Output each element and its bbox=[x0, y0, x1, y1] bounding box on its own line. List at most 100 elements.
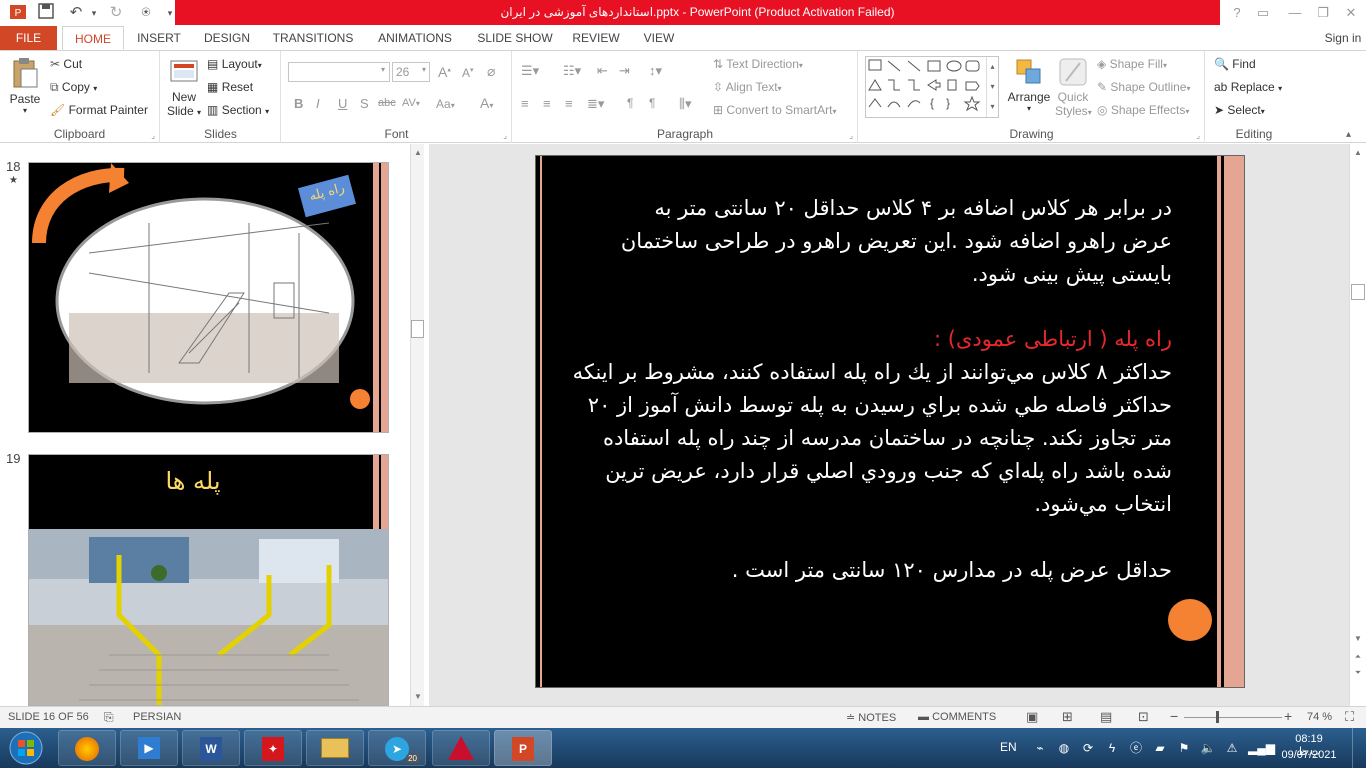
format-painter-button[interactable]: 🖌 Format Painter bbox=[50, 103, 148, 117]
fit-to-window-icon[interactable]: ⛶ bbox=[1345, 709, 1354, 725]
editor-scroll-up-icon[interactable]: ▲ bbox=[1351, 146, 1365, 160]
shape-effects-button[interactable]: ◎ Shape Effects▾ bbox=[1097, 103, 1189, 117]
signal-strength-icon[interactable]: ▂▄▆ bbox=[1248, 740, 1275, 756]
tab-insert[interactable]: INSERT bbox=[134, 26, 184, 50]
new-slide-button[interactable]: New Slide ▾ bbox=[165, 57, 203, 118]
slide-sorter-icon[interactable]: ⊞ bbox=[1062, 709, 1073, 725]
start-button[interactable] bbox=[6, 730, 46, 766]
explorer-taskbar-button[interactable] bbox=[306, 730, 364, 766]
tab-design[interactable]: DESIGN bbox=[200, 26, 254, 50]
clear-formatting-icon[interactable]: ⌀ bbox=[487, 63, 495, 80]
volume-icon[interactable]: 🔈 bbox=[1200, 740, 1216, 756]
tab-transitions[interactable]: TRANSITIONS bbox=[270, 26, 356, 50]
ltr-icon[interactable]: ¶ bbox=[627, 96, 633, 110]
slide-paragraph-3[interactable]: حداقل عرض پله در مدارس ۱۲۰ سانتی متر است… bbox=[732, 554, 1172, 587]
language-indicator[interactable]: PERSIAN bbox=[133, 711, 181, 723]
reading-view-icon[interactable]: ▤ bbox=[1100, 709, 1112, 725]
underline-button[interactable]: U bbox=[338, 96, 347, 111]
decrease-indent-icon[interactable]: ⇤ bbox=[597, 63, 608, 79]
strikethrough-button[interactable]: abc bbox=[378, 97, 396, 109]
save-icon[interactable] bbox=[36, 3, 56, 23]
numbering-icon[interactable]: ☷▾ bbox=[563, 63, 581, 79]
align-right-icon[interactable]: ≡ bbox=[565, 96, 573, 111]
slide-heading-stairs[interactable]: راه پله ( ارتباطی عمودی) : bbox=[934, 323, 1172, 356]
text-shadow-button[interactable]: S bbox=[360, 96, 369, 111]
align-text-button[interactable]: ⇳ Align Text▾ bbox=[713, 80, 782, 94]
increase-indent-icon[interactable]: ⇥ bbox=[619, 63, 630, 79]
help-button[interactable]: ? bbox=[1226, 3, 1248, 23]
rtl-icon[interactable]: ¶ bbox=[649, 96, 655, 110]
collapse-ribbon-icon[interactable]: ▴ bbox=[1346, 129, 1351, 140]
line-spacing-icon[interactable]: ↕▾ bbox=[649, 63, 662, 79]
comments-button[interactable]: ▬ COMMENTS bbox=[918, 711, 996, 723]
lightning-icon[interactable]: ϟ bbox=[1104, 740, 1120, 756]
thumbnail-scrollbar[interactable]: ▲ ▼ bbox=[410, 144, 424, 706]
tab-slide-show[interactable]: SLIDE SHOW bbox=[476, 26, 554, 50]
tab-home[interactable]: HOME bbox=[62, 26, 124, 50]
network-disconnected-icon[interactable]: ⚠ bbox=[1224, 740, 1240, 756]
italic-button[interactable]: I bbox=[316, 96, 320, 111]
word-taskbar-button[interactable]: W bbox=[182, 730, 240, 766]
shrink-font-button[interactable]: A▾ bbox=[462, 66, 474, 80]
firefox-taskbar-button[interactable] bbox=[58, 730, 116, 766]
scroll-down-icon[interactable]: ▼ bbox=[411, 690, 425, 704]
replace-button[interactable]: ab Replace ▾ bbox=[1214, 80, 1282, 94]
redo-icon[interactable]: ↻ bbox=[106, 3, 126, 23]
shapes-gallery[interactable]: {} ▴ ▾ ▾ bbox=[865, 56, 999, 118]
copy-button[interactable]: ⧉ Copy ▾ bbox=[50, 80, 97, 95]
ribbon-display-options-icon[interactable]: ▭ bbox=[1252, 3, 1274, 23]
text-direction-button[interactable]: ⇅ Text Direction▾ bbox=[713, 57, 803, 71]
clock-date[interactable]: 09/07/2021 bbox=[1278, 749, 1340, 761]
slide-paragraph-1[interactable]: در برابر هر كلاس اضافه بر ۴ کلاس حداقل ۲… bbox=[621, 192, 1172, 291]
shape-fill-button[interactable]: ◈ Shape Fill▾ bbox=[1097, 57, 1167, 71]
scroll-up-icon[interactable]: ▲ bbox=[411, 146, 425, 160]
powerpoint-logo-icon[interactable]: P bbox=[8, 3, 28, 23]
slide-thumbnail-18[interactable]: راه پله bbox=[28, 162, 389, 433]
powerpoint-taskbar-button[interactable]: P bbox=[494, 730, 552, 766]
close-icon[interactable]: ✕ bbox=[1340, 3, 1362, 23]
autocad-taskbar-button[interactable] bbox=[432, 730, 490, 766]
paragraph-launcher-icon[interactable]: ⌟ bbox=[849, 131, 853, 140]
tab-view[interactable]: VIEW bbox=[638, 26, 680, 50]
cut-button[interactable]: ✂ Cut bbox=[50, 57, 82, 71]
justify-icon[interactable]: ≣▾ bbox=[587, 96, 604, 112]
tab-review[interactable]: REVIEW bbox=[572, 26, 620, 50]
font-launcher-icon[interactable]: ⌟ bbox=[503, 131, 507, 140]
undo-icon[interactable]: ↶ bbox=[66, 3, 86, 23]
next-slide-icon[interactable]: ⏷ bbox=[1351, 666, 1365, 680]
thumbnail-scroll-thumb[interactable] bbox=[411, 320, 424, 338]
editor-scroll-thumb[interactable] bbox=[1351, 284, 1365, 300]
notes-button[interactable]: ≐ NOTES bbox=[846, 711, 896, 724]
acrobat-taskbar-button[interactable]: ✦ bbox=[244, 730, 302, 766]
acrobat-tray-icon[interactable]: ⌁ bbox=[1032, 740, 1048, 756]
clipboard-launcher-icon[interactable]: ⌟ bbox=[151, 131, 155, 140]
grow-font-button[interactable]: A▴ bbox=[438, 64, 451, 80]
font-name-combobox[interactable]: ▾ bbox=[288, 62, 390, 82]
restore-icon[interactable]: ❐ bbox=[1312, 3, 1334, 23]
layout-button[interactable]: ▤ Layout▾ bbox=[207, 57, 262, 71]
font-size-combobox[interactable]: 26 ▾ bbox=[392, 62, 430, 82]
editor-scrollbar[interactable]: ▲ ▼ ⏶ ⏷ bbox=[1349, 144, 1366, 706]
arrange-button[interactable]: Arrange ▾ bbox=[1003, 57, 1055, 113]
current-slide[interactable]: در برابر هر كلاس اضافه بر ۴ کلاس حداقل ۲… bbox=[535, 155, 1245, 688]
select-button[interactable]: ➤ Select▾ bbox=[1214, 103, 1265, 117]
zoom-level[interactable]: 74 % bbox=[1307, 711, 1332, 723]
previous-slide-icon[interactable]: ⏶ bbox=[1351, 650, 1365, 664]
align-left-icon[interactable]: ≡ bbox=[521, 96, 529, 111]
section-button[interactable]: ▥ Section ▾ bbox=[207, 103, 269, 117]
undo-dropdown-icon[interactable]: ▾ bbox=[84, 3, 104, 23]
bullets-icon[interactable]: ☰▾ bbox=[521, 63, 539, 79]
character-spacing-button[interactable]: AV▾ bbox=[402, 97, 420, 109]
slide-paragraph-2[interactable]: حداكثر ۸ كلاس مي‌توانند از يك راه پله اس… bbox=[573, 356, 1172, 521]
convert-smartart-button[interactable]: ⊞ Convert to SmartArt▾ bbox=[713, 103, 836, 117]
paste-button[interactable]: Paste ▾ bbox=[8, 57, 42, 115]
bold-button[interactable]: B bbox=[294, 96, 303, 111]
editor-scroll-down-icon[interactable]: ▼ bbox=[1351, 632, 1365, 646]
change-case-button[interactable]: Aa▾ bbox=[436, 97, 455, 111]
find-button[interactable]: 🔍 Find bbox=[1214, 57, 1256, 71]
flag-tray-icon[interactable]: ⚑ bbox=[1176, 740, 1192, 756]
network-globe-icon[interactable]: ◍ bbox=[1056, 740, 1072, 756]
zoom-slider-thumb[interactable] bbox=[1216, 711, 1219, 723]
slide-thumbnail-19[interactable]: پله ها bbox=[28, 454, 389, 706]
shape-outline-button[interactable]: ✎ Shape Outline▾ bbox=[1097, 80, 1190, 94]
